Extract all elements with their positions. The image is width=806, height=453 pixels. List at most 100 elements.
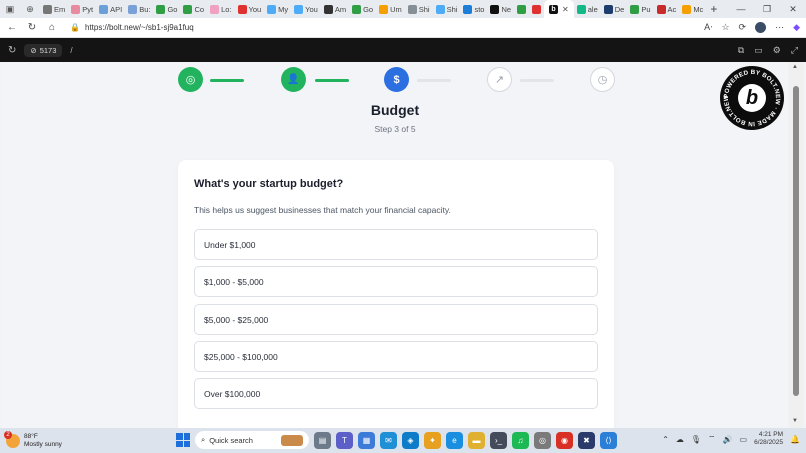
close-tab-icon[interactable]: ✕ — [562, 5, 569, 14]
budget-option-25000-100000[interactable]: $25,000 - $100,000 — [194, 341, 598, 372]
url-field[interactable]: 🔒 https://bolt.new/~/sb1-sj9a1fuq — [66, 20, 696, 36]
reload-icon[interactable]: ↻ — [26, 22, 38, 33]
home-icon[interactable]: ⌂ — [46, 22, 58, 33]
maximize-icon[interactable]: ❐ — [754, 4, 780, 15]
port-selector[interactable]: ⊘ 5173 — [24, 43, 63, 57]
tab-favicon-icon — [407, 4, 417, 14]
tab-after-3[interactable]: Ac — [654, 0, 680, 18]
wifi-icon[interactable]: ⌔ — [708, 434, 716, 444]
notifications-icon[interactable]: 🔔 — [790, 435, 800, 444]
close-window-icon[interactable]: ✕ — [780, 4, 806, 15]
tab-list: Em Pyt API Bu: Go Co Lo: You My You Am Go Um Shi Shi st… — [40, 0, 544, 18]
read-aloud-icon[interactable]: Aᐧ — [704, 22, 712, 33]
refresh-icon[interactable]: ⟳ — [739, 22, 747, 33]
tab-16[interactable]: Ne — [487, 0, 514, 18]
tab-14[interactable]: Shi — [433, 0, 461, 18]
tab-0[interactable]: Em — [40, 0, 68, 18]
teams-icon[interactable]: T — [336, 431, 353, 449]
tab-6[interactable]: Lo: — [207, 0, 234, 18]
copilot-app-icon[interactable]: ✦ — [424, 431, 441, 449]
tab-12[interactable]: Um — [376, 0, 405, 18]
tab-10[interactable]: Am — [321, 0, 349, 18]
tab-favicon-icon — [682, 4, 692, 14]
fullscreen-icon[interactable]: ⤢ — [791, 45, 798, 56]
tab-active[interactable]: b ✕ — [544, 0, 574, 18]
minimize-icon[interactable]: — — [728, 4, 754, 15]
windows-start-icon[interactable] — [176, 433, 190, 447]
budget-option-under-1000[interactable]: Under $1,000 — [194, 229, 598, 260]
budget-option-5000-25000[interactable]: $5,000 - $25,000 — [194, 304, 598, 335]
tray-expand-icon[interactable]: ⌃ — [662, 435, 669, 444]
bolt-badge[interactable]: POWERED BY BOLT.NEW · MADE IN BOLT.NEW ·… — [720, 66, 784, 130]
scroll-up-icon[interactable]: ▲ — [792, 64, 798, 70]
profile-avatar[interactable] — [755, 22, 767, 33]
file-explorer-icon[interactable]: ▬ — [468, 431, 485, 449]
preview-reload-icon[interactable]: ↻ — [8, 45, 16, 56]
back-icon[interactable]: ← — [6, 22, 18, 33]
scroll-down-icon[interactable]: ▼ — [792, 418, 798, 424]
tab-5[interactable]: Co — [180, 0, 207, 18]
step-subtitle: Step 3 of 5 — [374, 124, 416, 134]
tab-2[interactable]: API — [96, 0, 125, 18]
open-external-icon[interactable]: ⧉ — [738, 45, 744, 56]
tab-after-4[interactable]: Mc — [679, 0, 706, 18]
tab-label: Ac — [667, 4, 677, 14]
mic-icon[interactable]: 🎙 — [691, 435, 701, 444]
preview-toolbar: ↻ ⊘ 5173 / ⧉ ▭ ⚙ ⤢ — [0, 38, 806, 62]
browser-tab-strip: ▣ ⊕ Em Pyt API Bu: Go Co Lo: You My You Am Go Um Shi S… — [0, 0, 806, 18]
clock[interactable]: 4:21 PM 6/28/2025 — [754, 431, 783, 447]
tab-actions-icon[interactable]: ▣ — [0, 0, 20, 18]
copilot-icon[interactable]: ◆ — [793, 22, 800, 33]
tab-1[interactable]: Pyt — [68, 0, 96, 18]
taskbar-search[interactable]: ⌕ Quick search — [195, 431, 309, 449]
tab-13[interactable]: Shi — [405, 0, 433, 18]
tab-4[interactable]: Go — [153, 0, 180, 18]
task-view-icon[interactable]: ▤ — [314, 431, 331, 449]
game-icon[interactable]: ◎ — [534, 431, 551, 449]
taskbar-apps: ⌕ Quick search ▤ T ▦ ✉ ◈ ✦ e ▬ ›_ ♫ ◎ ◉ … — [176, 431, 617, 449]
new-tab-button[interactable]: + — [710, 2, 717, 16]
photos-icon[interactable]: ◈ — [402, 431, 419, 449]
scrollbar[interactable]: ▲ ▼ — [789, 62, 804, 428]
tab-after-0[interactable]: ale — [574, 0, 601, 18]
store-icon[interactable]: ▦ — [358, 431, 375, 449]
favorite-star-icon[interactable]: ☆ — [721, 22, 729, 33]
cloud-icon[interactable]: ☁ — [676, 435, 684, 444]
preview-actions: ⧉ ▭ ⚙ ⤢ — [738, 45, 798, 56]
more-menu-icon[interactable]: ⋯ — [775, 22, 784, 33]
tab-3[interactable]: Bu: — [125, 0, 153, 18]
tab-favicon-icon — [490, 4, 500, 14]
mail-icon[interactable]: ✉ — [380, 431, 397, 449]
device-preview-icon[interactable]: ▭ — [754, 45, 763, 56]
battery-icon[interactable]: ▭ — [740, 435, 748, 444]
tab-label: Go — [363, 4, 374, 14]
scrollbar-thumb[interactable] — [793, 86, 799, 396]
budget-option-over-100000[interactable]: Over $100,000 — [194, 378, 598, 409]
tab-label: Co — [194, 4, 205, 14]
tab-18[interactable] — [529, 0, 544, 18]
inspect-icon[interactable]: ⚙ — [773, 45, 781, 56]
tab-after-1[interactable]: De — [601, 0, 628, 18]
workspaces-icon[interactable]: ⊕ — [20, 0, 40, 18]
weather-widget[interactable]: 2 88°F Mostly sunny — [4, 430, 126, 449]
xmind-icon[interactable]: ✖ — [578, 431, 595, 449]
tab-17[interactable] — [514, 0, 529, 18]
tab-favicon-icon — [267, 4, 277, 14]
tab-11[interactable]: Go — [349, 0, 376, 18]
volume-icon[interactable]: 🔊 — [723, 435, 733, 444]
system-tray: ⌃ ☁ 🎙 ⌔ 🔊 ▭ 4:21 PM 6/28/2025 🔔 — [662, 431, 800, 447]
budget-option-1000-5000[interactable]: $1,000 - $5,000 — [194, 266, 598, 297]
chrome-icon[interactable]: ◉ — [556, 431, 573, 449]
tab-label: API — [110, 4, 123, 14]
tab-label: sto — [474, 4, 485, 14]
tab-15[interactable]: sto — [460, 0, 487, 18]
tab-7[interactable]: You — [235, 0, 265, 18]
tab-after-2[interactable]: Pu — [627, 0, 653, 18]
preview-path[interactable]: / — [70, 46, 72, 55]
edge-icon[interactable]: e — [446, 431, 463, 449]
vscode-icon[interactable]: ⟨⟩ — [600, 431, 617, 449]
tab-8[interactable]: My — [264, 0, 291, 18]
terminal-icon[interactable]: ›_ — [490, 431, 507, 449]
spotify-icon[interactable]: ♫ — [512, 431, 529, 449]
tab-9[interactable]: You — [291, 0, 321, 18]
